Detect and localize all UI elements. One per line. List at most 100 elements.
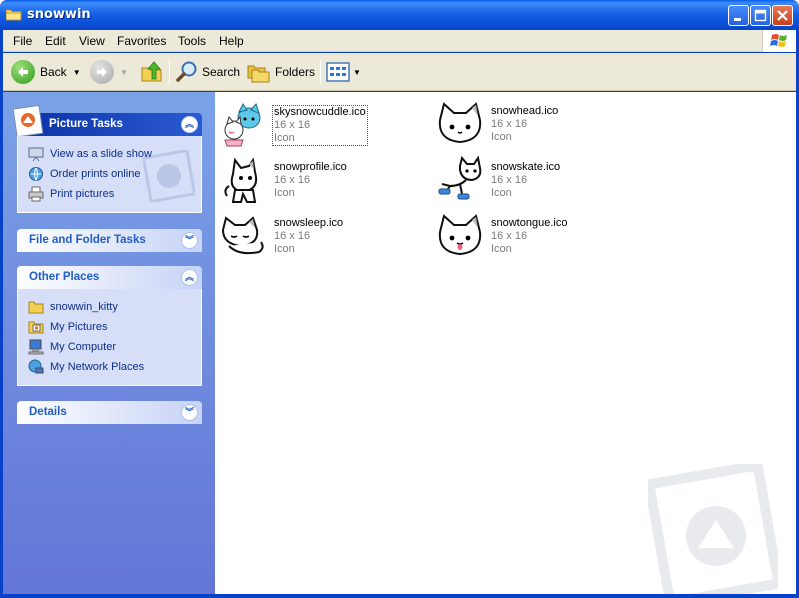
file-type: Icon — [274, 187, 295, 199]
folders-icon — [247, 65, 270, 83]
file-meta: snowskate.ico 16 x 16 Icon — [491, 161, 560, 200]
menu-tools[interactable]: Tools — [178, 34, 206, 48]
file-dimensions: 16 x 16 — [491, 118, 528, 130]
file-type: Icon — [274, 132, 295, 144]
file-name: snowprofile.ico — [274, 161, 347, 173]
menu-edit[interactable]: Edit — [45, 34, 66, 48]
file-type: Icon — [491, 243, 512, 255]
minimize-button[interactable] — [728, 5, 749, 26]
other-places-header[interactable]: Other Places ︽ — [17, 266, 202, 289]
forward-arrow-icon — [90, 60, 114, 84]
other-places-title: Other Places — [29, 271, 100, 283]
folders-button[interactable]: Folders — [247, 58, 315, 86]
pictures-watermark-icon — [648, 464, 778, 594]
forward-button[interactable]: ▼ — [90, 58, 128, 86]
title-bar[interactable]: snowwin — [0, 0, 799, 30]
folders-label: Folders — [275, 65, 316, 79]
place-snowwin-kitty-label: snowwin_kitty — [50, 301, 118, 313]
details-title: Details — [29, 406, 67, 418]
file-name: snowtongue.ico — [491, 217, 568, 229]
picture-tasks-icon — [13, 105, 44, 137]
back-dropdown-icon[interactable]: ▼ — [73, 68, 81, 77]
other-places-panel: Other Places ︽ snowwin_kitty My Pictures… — [17, 266, 202, 386]
menu-help[interactable]: Help — [219, 34, 244, 48]
file-item[interactable]: skysnowcuddle.ico 16 x 16 Icon — [219, 98, 419, 147]
windows-flag-icon — [770, 34, 787, 47]
file-meta: snowprofile.ico 16 x 16 Icon — [274, 161, 347, 200]
standard-toolbar: Back ▼ ▼ Search Folders ▼ — [3, 53, 796, 91]
cat-tongue-icon — [438, 214, 482, 256]
file-type: Icon — [274, 243, 295, 255]
collapse-chevron-icon[interactable]: ︽ — [181, 269, 198, 286]
file-name: snowsleep.ico — [274, 217, 344, 229]
views-dropdown-icon[interactable]: ▼ — [353, 68, 361, 77]
search-button[interactable]: Search — [175, 58, 240, 86]
expand-chevron-icon[interactable]: ︾ — [181, 232, 198, 249]
up-folder-icon — [141, 61, 162, 82]
file-name: snowhead.ico — [491, 105, 559, 117]
cat-profile-icon — [224, 157, 258, 203]
cat-head-icon — [438, 102, 482, 144]
cat-sleeping-icon — [221, 216, 264, 255]
up-folder-button[interactable] — [140, 58, 164, 86]
picture-tasks-title: Picture Tasks — [49, 118, 123, 130]
picture-tasks-header[interactable]: Picture Tasks ︽ — [13, 105, 202, 137]
file-folder-tasks-panel: File and Folder Tasks ︾ — [17, 229, 202, 252]
task-pane: Picture Tasks ︽ View as a slide show Ord… — [3, 92, 215, 594]
file-dimensions: 16 x 16 — [274, 119, 311, 131]
file-item[interactable]: snowtongue.ico 16 x 16 Icon — [436, 210, 636, 258]
toolbar-separator — [320, 60, 321, 84]
file-item[interactable]: snowskate.ico 16 x 16 Icon — [436, 154, 636, 202]
file-folder-tasks-title: File and Folder Tasks — [29, 234, 146, 246]
my-pictures-icon — [28, 321, 44, 334]
folder-icon — [6, 9, 22, 21]
network-places-icon — [28, 359, 44, 374]
view-slideshow-label: View as a slide show — [50, 148, 152, 160]
other-places-body: snowwin_kitty My Pictures My Computer My… — [17, 289, 202, 386]
close-icon — [777, 10, 788, 21]
place-my-network-places-link[interactable]: My Network Places — [18, 357, 201, 377]
order-prints-label: Order prints online — [50, 168, 141, 180]
print-pictures-label: Print pictures — [50, 188, 115, 200]
globe-print-icon — [29, 167, 43, 182]
back-arrow-icon — [11, 60, 35, 84]
expand-chevron-icon[interactable]: ︾ — [181, 404, 198, 421]
toolbar-separator — [169, 60, 170, 84]
place-my-pictures-link[interactable]: My Pictures — [18, 317, 201, 337]
file-meta: snowtongue.ico 16 x 16 Icon — [491, 217, 567, 256]
file-list-view[interactable]: skysnowcuddle.ico 16 x 16 Icon snowhead.… — [215, 92, 796, 594]
maximize-icon — [754, 9, 767, 22]
place-my-computer-link[interactable]: My Computer — [18, 337, 201, 357]
close-button[interactable] — [772, 5, 793, 26]
file-meta: skysnowcuddle.ico 16 x 16 Icon — [272, 105, 368, 146]
forward-dropdown-icon[interactable]: ▼ — [120, 68, 128, 77]
search-label: Search — [202, 65, 241, 79]
maximize-button[interactable] — [750, 5, 771, 26]
file-dimensions: 16 x 16 — [491, 230, 528, 242]
file-dimensions: 16 x 16 — [491, 174, 528, 186]
place-my-computer-label: My Computer — [50, 341, 117, 353]
details-header[interactable]: Details ︾ — [17, 401, 202, 424]
collapse-chevron-icon[interactable]: ︽ — [181, 116, 198, 133]
back-button[interactable]: Back ▼ — [11, 58, 81, 86]
file-dimensions: 16 x 16 — [274, 174, 311, 186]
file-folder-tasks-header[interactable]: File and Folder Tasks ︾ — [17, 229, 202, 252]
menu-view[interactable]: View — [79, 34, 105, 48]
file-meta: snowhead.ico 16 x 16 Icon — [491, 105, 558, 144]
my-computer-icon — [28, 339, 44, 355]
file-name: skysnowcuddle.ico — [274, 106, 366, 118]
file-item[interactable]: snowprofile.ico 16 x 16 Icon — [219, 154, 419, 203]
explorer-window: snowwin File Edit View Favorites Tools H… — [0, 0, 799, 598]
file-item[interactable]: snowhead.ico 16 x 16 Icon — [436, 98, 636, 146]
picture-tasks-panel: Picture Tasks ︽ View as a slide show Ord… — [13, 105, 202, 213]
file-type: Icon — [491, 187, 512, 199]
file-item[interactable]: snowsleep.ico 16 x 16 Icon — [219, 210, 419, 258]
place-snowwin-kitty-link[interactable]: snowwin_kitty — [18, 297, 201, 317]
printer-icon — [28, 186, 44, 202]
search-icon — [176, 61, 197, 82]
views-button[interactable]: ▼ — [326, 58, 361, 86]
menu-file[interactable]: File — [13, 34, 32, 48]
picture-tasks-body: View as a slide show Order prints online… — [17, 136, 202, 213]
menu-favorites[interactable]: Favorites — [117, 34, 166, 48]
window-title: snowwin — [27, 7, 91, 22]
